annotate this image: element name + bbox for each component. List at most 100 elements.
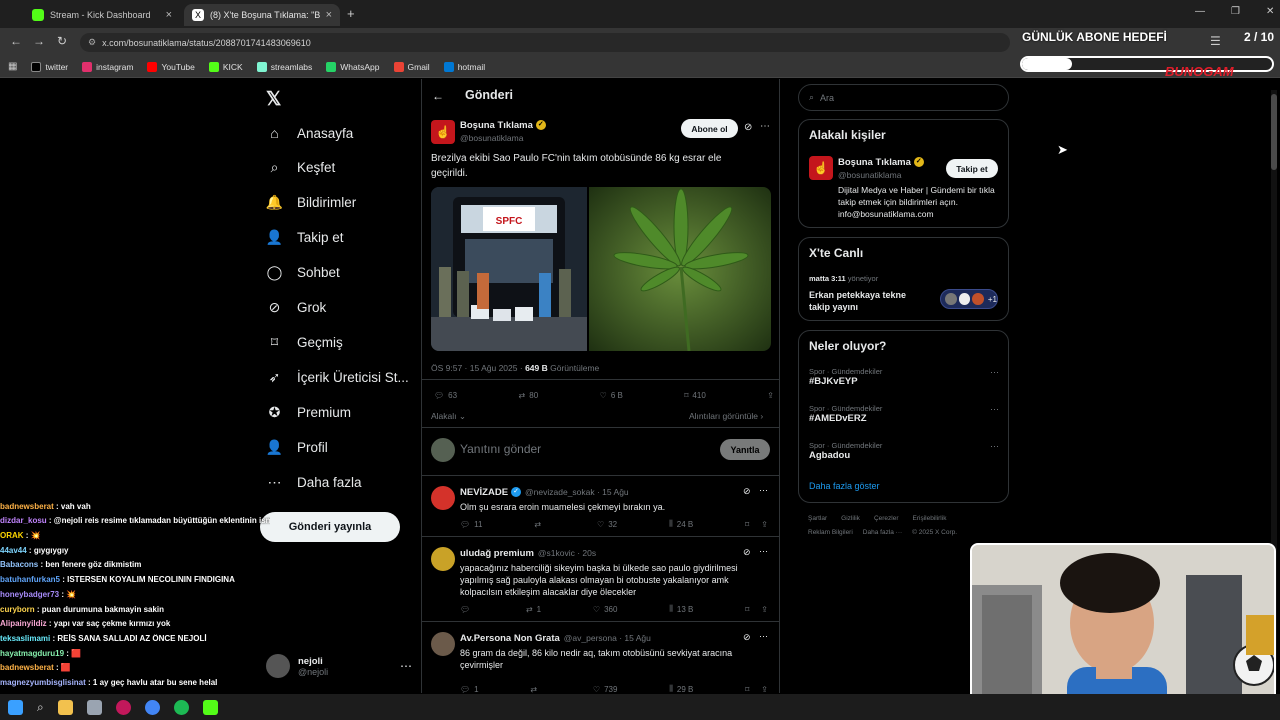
author-name[interactable]: Boşuna Tıklama ✓	[460, 120, 546, 131]
bookmark-whatsapp[interactable]: WhatsApp	[326, 61, 380, 72]
view-quotes-link[interactable]: Alıntıları görüntüle ›	[689, 411, 763, 421]
close-icon[interactable]: ×	[166, 9, 172, 21]
footer-link[interactable]: Reklam Bilgileri	[808, 529, 853, 536]
chat-username[interactable]: curyborn	[0, 605, 35, 614]
author-handle[interactable]: @bosunatiklama	[460, 133, 523, 143]
more-icon[interactable]: ⋯	[400, 659, 412, 673]
author-avatar[interactable]: ☝	[431, 120, 455, 144]
bookmark-streamlabs[interactable]: streamlabs	[256, 61, 312, 72]
reply-button[interactable]: 💬︎	[460, 604, 474, 614]
reply-submit-button[interactable]: Yanıtla	[720, 439, 770, 460]
chat-username[interactable]: hayatmagduru19	[0, 649, 64, 658]
tab-kick-dashboard[interactable]: Stream - Kick Dashboard ×	[24, 4, 180, 26]
grok-icon[interactable]: ⊘	[744, 122, 752, 133]
chat-username[interactable]: dizdar_kosu	[0, 516, 47, 525]
related-avatar[interactable]: ☝	[809, 156, 833, 180]
share-icon[interactable]: ⇪	[761, 605, 768, 614]
search-icon[interactable]: ⌕	[37, 700, 44, 715]
app-icon[interactable]	[115, 699, 131, 715]
footer-link[interactable]: Daha fazla ···	[863, 529, 902, 536]
like-button[interactable]: ♡ 32	[597, 519, 617, 529]
app-icon[interactable]	[86, 699, 102, 715]
show-more-link[interactable]: Daha fazla göster	[809, 481, 880, 491]
trend-item[interactable]: Spor · Gündemdekiler Agbadou ⋯	[809, 441, 999, 461]
reply-button[interactable]: 💬︎ 63	[434, 391, 457, 400]
like-button[interactable]: ♡ 6 B	[600, 391, 623, 400]
post-button[interactable]: Gönderi yayınla	[260, 512, 400, 542]
repost-button[interactable]: ⇄ 80	[519, 391, 539, 400]
share-button[interactable]: ⇪	[767, 391, 774, 400]
address-bar[interactable]: ⚙ x.com/bosunatiklama/status/20887017414…	[80, 33, 1010, 52]
sidebar-item-rocket[interactable]: ➶ İçerik Üreticisi St...	[266, 364, 409, 390]
account-switcher[interactable]: nejoli @nejoli ⋯	[266, 654, 412, 678]
close-window-icon[interactable]: ✕	[1266, 6, 1274, 17]
reload-icon[interactable]: ↻	[57, 34, 67, 48]
chat-username[interactable]: Babacons	[0, 560, 38, 569]
search-input[interactable]: Ara	[820, 93, 834, 103]
grok-icon[interactable]: ⊘	[743, 632, 751, 643]
views-button[interactable]: ⫼ 24 B	[669, 519, 693, 529]
sidebar-item-more[interactable]: ⋯ Daha fazla	[266, 469, 362, 495]
back-icon[interactable]: ←	[10, 34, 22, 48]
bookmark-instagram[interactable]: instagram	[82, 61, 133, 72]
related-handle[interactable]: @bosunatiklama	[838, 170, 901, 180]
subscribe-button[interactable]: Abone ol	[681, 119, 738, 138]
share-icon[interactable]: ⇪	[761, 520, 768, 529]
bookmark-hotmail[interactable]: hotmail	[443, 61, 485, 72]
more-icon[interactable]: ⋯	[990, 441, 999, 452]
repost-button[interactable]: ⇄	[530, 684, 541, 694]
sidebar-item-follow[interactable]: 👤 Takip et	[266, 225, 344, 251]
file-explorer-icon[interactable]	[57, 699, 73, 715]
bookmark-kick[interactable]: KICK	[208, 61, 243, 72]
chat-username[interactable]: ORAK	[0, 531, 24, 540]
chrome-icon[interactable]	[144, 699, 160, 715]
windows-start-icon[interactable]	[8, 699, 23, 715]
sidebar-item-bookmark[interactable]: ⌑ Geçmiş	[266, 329, 343, 355]
close-icon[interactable]: ×	[326, 9, 332, 21]
more-icon[interactable]: ⋯	[759, 546, 768, 557]
like-button[interactable]: ♡ 739	[593, 684, 618, 694]
reply-item[interactable]: Av.Persona Non Grata @av_persona · 15 Ağu…	[422, 621, 779, 693]
bookmark-icon[interactable]: ⌑	[745, 685, 749, 694]
reply-item[interactable]: NEVİZADE ✓ @nevizade_sokak · 15 Ağu ⊘ ⋯ Olm ş…	[422, 475, 779, 536]
related-dropdown[interactable]: Alakalı ⌄	[431, 411, 466, 422]
live-listeners[interactable]: +1	[940, 289, 998, 309]
maximize-icon[interactable]: ❐	[1231, 6, 1240, 17]
reply-author[interactable]: uludağ premium	[460, 548, 534, 559]
sidebar-item-search[interactable]: ⌕ Keşfet	[266, 155, 336, 181]
site-info-icon[interactable]: ⚙	[88, 37, 96, 48]
live-space-title[interactable]: Erkan petekkaya tekne takip yayını	[809, 289, 929, 313]
sidebar-item-chat[interactable]: ◯ Sohbet	[266, 260, 340, 286]
apps-grid-icon[interactable]: ▦	[8, 61, 17, 72]
sidebar-item-grok[interactable]: ⊘ Grok	[266, 295, 327, 321]
minimize-icon[interactable]: —	[1195, 6, 1205, 17]
footer-link[interactable]: Gizlilik	[841, 515, 860, 522]
reply-input[interactable]: Yanıtını gönder	[460, 442, 541, 456]
menu-icon[interactable]: ☰	[1210, 34, 1221, 48]
sidebar-item-premium[interactable]: ✪ Premium	[266, 399, 351, 425]
more-icon[interactable]: ⋯	[990, 404, 999, 415]
repost-button[interactable]: ⇄ 1	[526, 604, 541, 614]
chat-username[interactable]: Alipainyildiz	[0, 619, 47, 628]
more-icon[interactable]: ⋯	[990, 367, 999, 378]
related-name[interactable]: Boşuna Tıklama ✓	[838, 157, 924, 168]
trend-item[interactable]: Spor · Gündemdekiler #AMEDvERZ ⋯	[809, 404, 999, 424]
reply-author[interactable]: NEVİZADE	[460, 487, 508, 498]
more-icon[interactable]: ⋯	[759, 485, 768, 496]
grok-icon[interactable]: ⊘	[743, 486, 751, 497]
chat-username[interactable]: badnewsberat	[0, 663, 54, 672]
chat-username[interactable]: teksaslimami	[0, 634, 50, 643]
spotify-icon[interactable]	[173, 699, 189, 715]
scrollbar-thumb[interactable]	[1271, 94, 1277, 170]
reply-button[interactable]: 💬︎ 11	[460, 519, 482, 529]
footer-link[interactable]: Erişilebilirlik	[913, 515, 947, 522]
search-box[interactable]: ⌕ Ara	[798, 84, 1009, 111]
avatar[interactable]	[431, 547, 455, 571]
x-logo-icon[interactable]: 𝕏	[266, 88, 281, 111]
bookmark-twitter[interactable]: twitter	[31, 61, 68, 72]
sidebar-item-profile[interactable]: 👤 Profil	[266, 434, 328, 460]
repost-button[interactable]: ⇄	[534, 519, 545, 529]
share-icon[interactable]: ⇪	[761, 685, 768, 694]
chat-username[interactable]: honeybadger73	[0, 590, 59, 599]
forward-icon[interactable]: →	[33, 34, 45, 48]
